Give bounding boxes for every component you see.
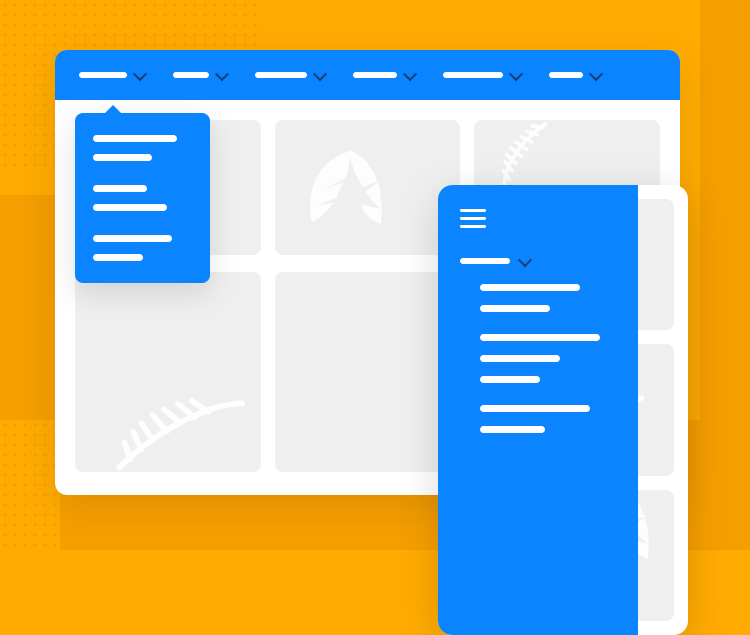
nav-label [460, 258, 510, 264]
hamburger-icon[interactable] [460, 209, 486, 228]
dropdown-group [93, 135, 192, 161]
mobile-submenu-group [460, 284, 616, 312]
chevron-down-icon [315, 72, 325, 78]
fern-icon [105, 342, 245, 472]
nav-item-5[interactable] [443, 72, 521, 78]
dropdown-item[interactable] [93, 235, 172, 242]
desktop-dropdown-menu [75, 113, 210, 283]
mobile-window [438, 185, 688, 635]
submenu-item[interactable] [480, 284, 580, 291]
nav-item-3[interactable] [255, 72, 325, 78]
submenu-item[interactable] [480, 355, 560, 362]
content-card[interactable] [75, 272, 261, 472]
chevron-down-icon [405, 72, 415, 78]
dropdown-item[interactable] [93, 254, 143, 261]
dropdown-item[interactable] [93, 185, 147, 192]
submenu-item[interactable] [480, 305, 550, 312]
nav-label [353, 72, 397, 78]
chevron-down-icon [217, 72, 227, 78]
nav-item-6[interactable] [549, 72, 601, 78]
dropdown-item[interactable] [93, 204, 167, 211]
bg-dots-bottom-left [0, 420, 60, 550]
dropdown-item[interactable] [93, 135, 177, 142]
leaf-icon [295, 145, 405, 255]
mobile-submenu-group [460, 334, 616, 383]
nav-label [549, 72, 583, 78]
nav-label [255, 72, 307, 78]
mobile-nav-item[interactable] [460, 258, 616, 264]
nav-label [443, 72, 503, 78]
nav-label [173, 72, 209, 78]
dropdown-group [93, 185, 192, 211]
submenu-item[interactable] [480, 376, 540, 383]
mobile-drawer-menu [438, 185, 638, 635]
chevron-down-icon [511, 72, 521, 78]
chevron-down-icon [135, 72, 145, 78]
mobile-submenu-group [460, 405, 616, 433]
nav-label [79, 72, 127, 78]
submenu-item[interactable] [480, 405, 590, 412]
chevron-down-icon [591, 72, 601, 78]
desktop-navbar [55, 50, 680, 100]
nav-item-4[interactable] [353, 72, 415, 78]
nav-item-2[interactable] [173, 72, 227, 78]
submenu-item[interactable] [480, 426, 545, 433]
chevron-down-icon [520, 258, 530, 264]
dropdown-group [93, 235, 192, 261]
bg-block-right [700, 0, 750, 420]
dropdown-item[interactable] [93, 154, 152, 161]
submenu-item[interactable] [480, 334, 600, 341]
content-card[interactable] [275, 120, 461, 255]
nav-item-1[interactable] [79, 72, 145, 78]
content-card[interactable] [275, 272, 461, 472]
